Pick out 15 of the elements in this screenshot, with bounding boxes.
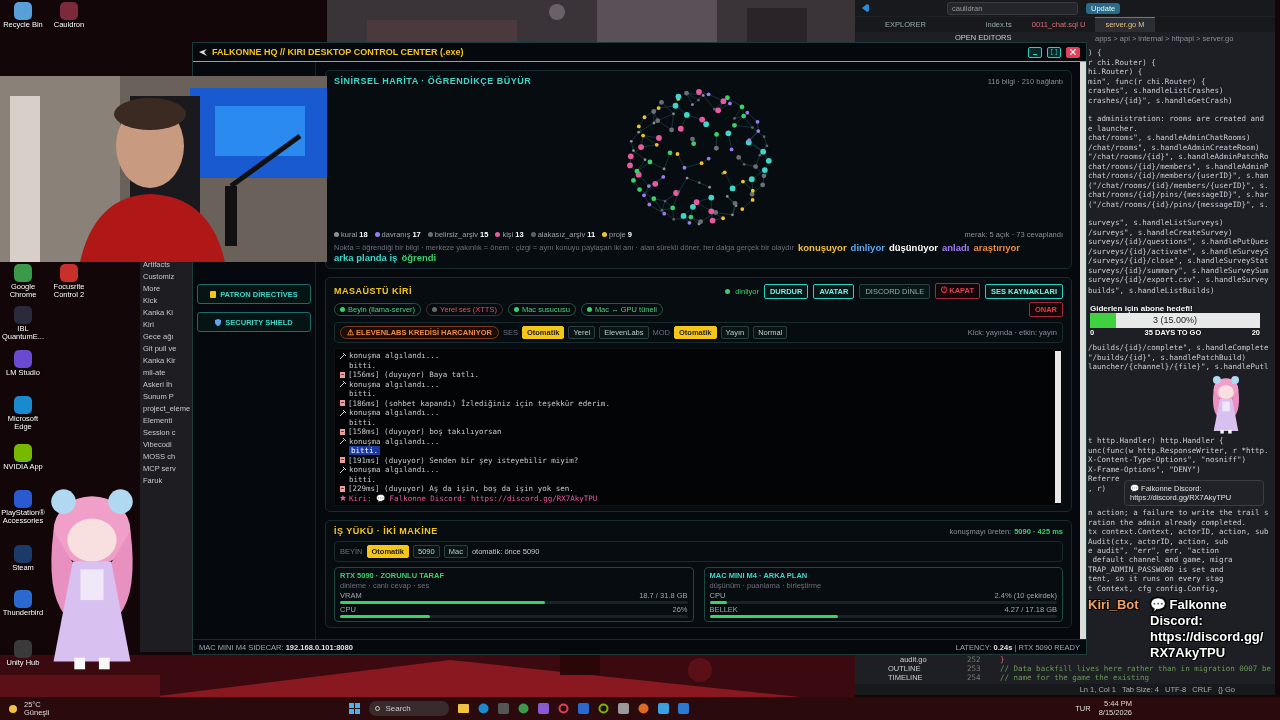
activity-state-label: öğrendi bbox=[401, 253, 437, 263]
activity-state-label: anladı bbox=[942, 243, 970, 253]
goal-reading: 3 (15.00%) bbox=[1152, 314, 1198, 327]
activity-state-label: düşünüyor bbox=[888, 243, 938, 253]
goal-title: Giderlen için abone hedefi! bbox=[1090, 304, 1194, 313]
window-title: FALKONNE HQ // KIRI DESKTOP CONTROL CENTER (.exe) bbox=[212, 47, 464, 57]
activity-state-label: araştırıyor bbox=[973, 243, 1020, 253]
activity-state-label: dinliyor bbox=[850, 243, 885, 253]
search-field[interactable]: Search bbox=[369, 701, 450, 716]
panel-title: SİNİRSEL HARİTA · ÖĞRENDİKÇE BÜYÜR bbox=[334, 76, 532, 86]
activity-state-label: arka planda iş bbox=[334, 253, 398, 263]
panel-title: MASAÜSTÜ KİRİ bbox=[334, 286, 412, 296]
activity-state-label: konuşuyor bbox=[798, 243, 847, 253]
panel-title: İŞ YÜKÜ · İKİ MAKİNE bbox=[334, 526, 438, 536]
chat-username: Kiri_Bot bbox=[1088, 597, 1139, 613]
